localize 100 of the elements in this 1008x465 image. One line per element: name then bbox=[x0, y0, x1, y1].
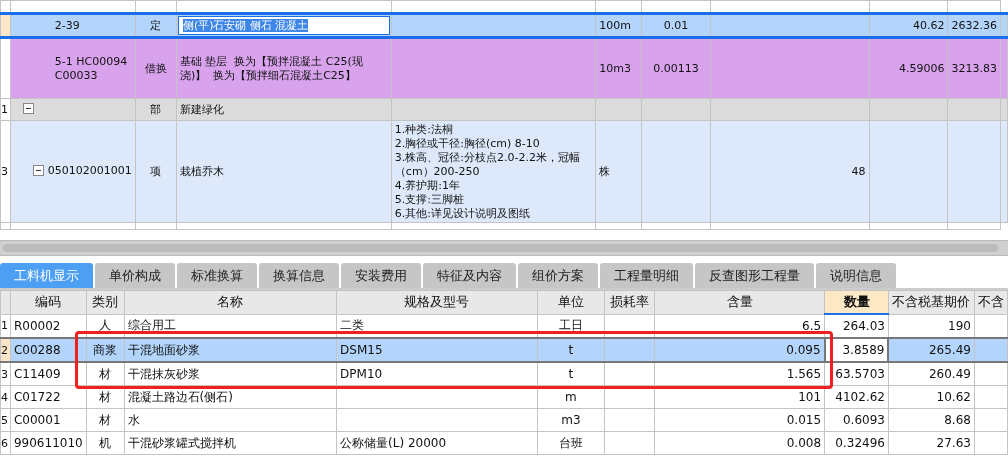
table-cell: 综合用工 bbox=[127, 318, 176, 333]
row-number: 1 bbox=[0, 98, 11, 121]
table-cell: 材 bbox=[99, 412, 112, 427]
table-cell: 0.01 bbox=[663, 19, 689, 32]
table-cell: 干混抹灰砂浆 bbox=[127, 366, 200, 381]
table-cell-text: 基础 垫层 换为【预拌混凝土 C25(现浇)】 换为【预拌细石混凝土C25】 bbox=[179, 54, 364, 83]
table-cell: 4.59006 bbox=[898, 62, 945, 75]
table-cell: 干混地面砂浆 bbox=[127, 342, 200, 357]
row-number: 5 bbox=[1, 413, 8, 427]
table-cell: 材 bbox=[99, 366, 112, 381]
table-row[interactable]: 5-1 HC00094 C00033 借换 基础 垫层 换为【预拌混凝土 C25(现浇)】 换为【预拌细石混凝土C25】 10m3 0.00113 4.59006 3213.83 bbox=[0, 37, 1008, 99]
tab[interactable]: 说明信息 bbox=[816, 263, 896, 288]
table-row[interactable]: 1 部 新建绿化 bbox=[0, 98, 1008, 121]
table-cell-text: 新建绿化 bbox=[179, 102, 225, 117]
code-text: 050102001001 bbox=[47, 163, 132, 178]
column-header[interactable]: 数量 bbox=[824, 290, 889, 314]
table-row[interactable]: 6 990611010 机 干混砂浆罐式搅拌机 公称储量(L) 20000 台班 0.008 0.32496 27.63 bbox=[0, 431, 1008, 455]
table-cell: 3.8589 bbox=[842, 343, 885, 357]
column-header[interactable]: 损耗率 bbox=[604, 290, 655, 314]
table-cell: 27.63 bbox=[936, 436, 971, 450]
tab[interactable]: 标准换算 bbox=[177, 263, 257, 288]
table-cell-text: 1.种类:法桐 2.胸径或干径:胸径(cm) 8-10 3.株高、冠径:分枝点2.0-2.2米，冠幅（cm）200-250 4.养护期:1年 5.支撑:三脚桩 6.其他:详见设计说明及图纸 bbox=[394, 122, 581, 221]
table-cell: 工日 bbox=[558, 318, 583, 333]
table-cell: 台班 bbox=[558, 435, 583, 450]
table-cell: 10m3 bbox=[599, 62, 631, 75]
table-cell: 机 bbox=[99, 435, 112, 450]
table-cell: DPM10 bbox=[340, 367, 383, 381]
row-number: 3 bbox=[0, 120, 11, 223]
table-cell-text: 株 bbox=[599, 164, 612, 179]
row-number: 2 bbox=[1, 343, 8, 357]
table-cell: 3213.83 bbox=[951, 62, 997, 75]
table-row[interactable]: 4 C01722 材 混凝土路边石(侧石) m 101 4102.62 10.62 bbox=[0, 385, 1008, 409]
table-cell: 0.6093 bbox=[842, 413, 885, 427]
table-cell: t bbox=[568, 343, 574, 357]
table-cell-text: 栽植乔木 bbox=[179, 164, 225, 179]
tab[interactable]: 安装费用 bbox=[341, 263, 421, 288]
table-cell: 100m bbox=[599, 19, 631, 32]
collapse-icon[interactable] bbox=[22, 102, 34, 114]
column-header[interactable]: 编码 bbox=[10, 290, 87, 314]
column-header[interactable]: 不含税基期价 bbox=[888, 290, 975, 314]
table-cell: 4102.62 bbox=[835, 390, 885, 404]
table-cell: 990611010 bbox=[13, 436, 83, 450]
table-cell: C11409 bbox=[13, 367, 61, 381]
table-row[interactable]: 2-39 定 侧(平)石安砌 侧石 混凝土 100m 0.01 40.62 2632.36 bbox=[0, 13, 1008, 38]
table-cell: 63.5703 bbox=[835, 367, 885, 381]
table-cell: C00001 bbox=[13, 413, 61, 427]
table-cell: 1.565 bbox=[786, 367, 822, 381]
table-cell: 干混砂浆罐式搅拌机 bbox=[127, 435, 236, 450]
column-header[interactable]: 名称 bbox=[124, 290, 337, 314]
table-cell: 二类 bbox=[340, 318, 365, 333]
tab[interactable]: 换算信息 bbox=[259, 263, 339, 288]
tab[interactable]: 组价方案 bbox=[518, 263, 598, 288]
table-row[interactable]: 2 C00288 商浆 干混地面砂浆 DSM15 t 0.095 3.8589 265.49 bbox=[0, 338, 1008, 362]
column-header[interactable]: 规格及型号 bbox=[336, 290, 538, 314]
table-cell: 材 bbox=[99, 389, 112, 404]
table-row[interactable]: 3 C11409 材 干混抹灰砂浆 DPM10 t 1.565 63.5703 260.49 bbox=[0, 362, 1008, 386]
table-cell: m bbox=[565, 390, 577, 404]
table-cell: 0.00113 bbox=[653, 62, 699, 75]
table-cell: 10.62 bbox=[936, 390, 971, 404]
row-number: 3 bbox=[1, 367, 8, 381]
column-header[interactable]: 单位 bbox=[537, 290, 605, 314]
table-cell: m3 bbox=[561, 413, 581, 427]
table-row[interactable]: 5 C00001 材 水 m3 0.015 0.6093 8.68 bbox=[0, 408, 1008, 432]
table-cell: 101 bbox=[798, 390, 822, 404]
table-cell: 0.32496 bbox=[835, 436, 885, 450]
table-cell: 定 bbox=[150, 19, 162, 32]
row-number: 6 bbox=[1, 436, 8, 450]
code-text: 5-1 HC00094 C00033 bbox=[54, 54, 129, 83]
tab[interactable]: 工程量明细 bbox=[600, 263, 693, 288]
table-cell: 0.095 bbox=[786, 343, 821, 357]
row-number: 1 bbox=[1, 319, 8, 333]
collapse-icon[interactable] bbox=[32, 165, 44, 177]
tab[interactable]: 反查图形工程量 bbox=[695, 263, 814, 288]
table-cell: 190 bbox=[948, 318, 971, 333]
table-cell: t bbox=[568, 367, 574, 381]
table-cell: C00288 bbox=[13, 343, 61, 357]
table-row[interactable]: 3 050102001001 项 栽植乔木 1.种类:法桐 2.胸径或干径:胸径(cm) 8-10 3.株高、冠径:分枝点2.0-2.2米，冠幅（cm）200-250 4.养护期:1年 5.支撑:三脚桩 6.其他:详见设计说明及图纸 株 48 bbox=[0, 120, 1008, 223]
table-cell: 0.008 bbox=[786, 436, 822, 450]
table-cell: 项 bbox=[150, 164, 162, 179]
column-header[interactable]: 类别 bbox=[86, 290, 125, 314]
table-cell: 混凝土路边石(侧石) bbox=[127, 389, 233, 404]
table-cell: 2632.36 bbox=[951, 19, 997, 32]
name-input[interactable]: 侧(平)石安砌 侧石 混凝土 bbox=[177, 16, 390, 35]
table-cell: 8.68 bbox=[944, 413, 971, 427]
table-cell: 借换 bbox=[144, 62, 167, 75]
row-number: 4 bbox=[1, 390, 8, 404]
table-cell: C01722 bbox=[13, 390, 61, 404]
table-cell: 40.62 bbox=[912, 19, 945, 32]
tab[interactable]: 特征及内容 bbox=[423, 263, 516, 288]
tab[interactable]: 单价构成 bbox=[95, 263, 175, 288]
table-cell: 公称储量(L) 20000 bbox=[340, 435, 447, 450]
table-cell: 水 bbox=[127, 412, 140, 427]
column-header[interactable]: 不含 bbox=[974, 290, 1008, 314]
column-header[interactable]: 含量 bbox=[654, 290, 825, 314]
table-cell: 6.5 bbox=[802, 318, 822, 333]
table-cell: 人 bbox=[99, 318, 112, 333]
table-cell: 0.015 bbox=[786, 413, 822, 427]
table-cell: 264.03 bbox=[842, 319, 885, 333]
horizontal-scrollbar[interactable] bbox=[0, 240, 1008, 256]
table-cell: DSM15 bbox=[340, 343, 383, 357]
